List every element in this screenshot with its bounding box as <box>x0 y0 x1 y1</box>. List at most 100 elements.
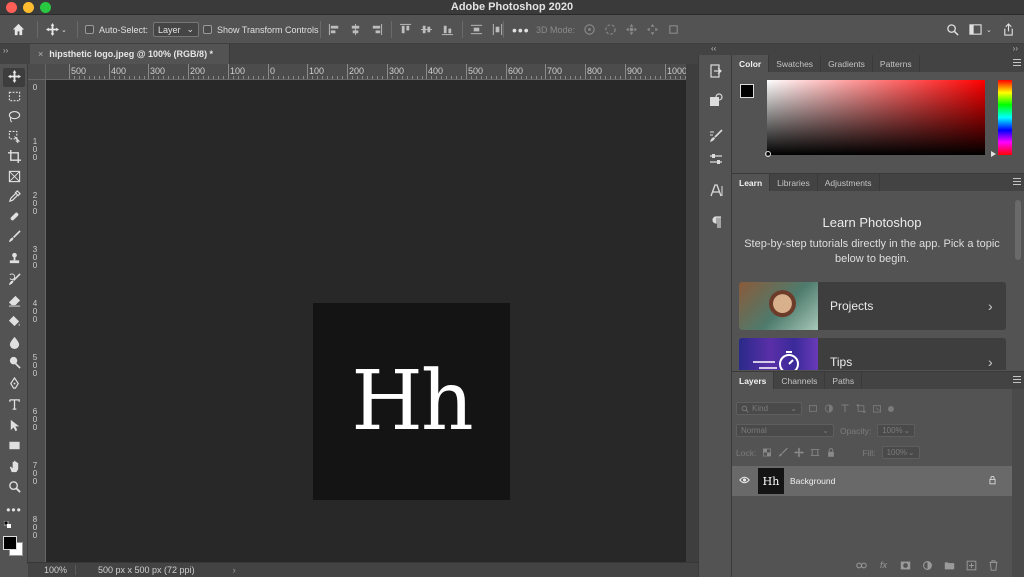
layer-row[interactable]: Hh Background <box>732 466 1012 496</box>
lock-position-icon[interactable] <box>794 446 805 459</box>
workspace-icon[interactable] <box>969 23 982 36</box>
zoom-tool[interactable] <box>3 478 25 497</box>
layer-filter-kind-dropdown[interactable]: Kind ⌄ <box>736 402 802 415</box>
auto-select-checkbox[interactable] <box>85 25 94 34</box>
learn-tab-adjustments[interactable]: Adjustments <box>818 174 880 191</box>
adjustments-sliders-icon[interactable] <box>708 151 724 167</box>
filter-shape-icon[interactable] <box>856 402 866 415</box>
crop-tool[interactable] <box>3 148 25 167</box>
search-icon[interactable] <box>946 23 959 36</box>
layers-tab-paths[interactable]: Paths <box>825 372 863 389</box>
filter-adjustment-icon[interactable] <box>824 402 834 415</box>
learn-card-projects[interactable]: Projects › <box>739 282 1006 330</box>
object-selection-tool[interactable] <box>3 128 25 147</box>
share-icon[interactable] <box>1002 23 1015 36</box>
new-adjustment-layer-icon[interactable] <box>921 559 934 571</box>
lock-transparent-pixels-icon[interactable] <box>762 446 772 459</box>
lock-image-pixels-icon[interactable] <box>778 446 789 459</box>
ruler-origin[interactable] <box>28 64 46 80</box>
3d-orbit-icon[interactable] <box>583 23 596 36</box>
brush-settings-panel-icon[interactable] <box>708 128 724 144</box>
character-panel-icon[interactable] <box>708 182 724 198</box>
color-tab-color[interactable]: Color <box>732 55 770 72</box>
more-options-button[interactable]: ••• <box>512 15 530 44</box>
layers-tab-channels[interactable]: Channels <box>774 372 826 389</box>
eyedropper-tool[interactable] <box>3 188 25 207</box>
3d-scale-icon[interactable] <box>667 23 680 36</box>
pen-tool[interactable] <box>3 375 25 394</box>
document-tab[interactable]: × hipsthetic logo.jpeg @ 100% (RGB/8) * <box>30 44 230 64</box>
history-brush-tool[interactable] <box>3 271 25 290</box>
panel-menu-icon[interactable] <box>1013 178 1021 186</box>
color-tab-patterns[interactable]: Patterns <box>873 55 920 72</box>
hue-slider-handle[interactable] <box>991 151 996 157</box>
new-layer-icon[interactable] <box>965 559 978 571</box>
panel-menu-icon[interactable] <box>1013 59 1021 67</box>
document-image[interactable]: Hh <box>313 303 510 500</box>
edit-toolbar-button[interactable]: ••• <box>3 500 25 519</box>
layers-panel-scrollbar[interactable] <box>1012 389 1024 577</box>
rectangular-marquee-tool[interactable] <box>3 88 25 107</box>
horizontal-ruler[interactable]: 500 400 300 200 100 0 100 200 300 400 500 600 700 800… <box>46 64 686 80</box>
blend-mode-dropdown[interactable]: Normal ⌄ <box>736 424 834 437</box>
frame-tool[interactable] <box>3 168 25 187</box>
canvas-pasteboard[interactable]: Hh <box>46 80 686 562</box>
clone-stamp-tool[interactable] <box>3 250 25 269</box>
align-bottom-edges-icon[interactable] <box>441 23 454 36</box>
lasso-tool[interactable] <box>3 108 25 127</box>
panels-header-strip[interactable]: ›› <box>732 44 1024 55</box>
learn-card-tips[interactable]: Tips › <box>739 338 1006 370</box>
history-panel-icon[interactable] <box>708 63 724 79</box>
color-picker-marker[interactable] <box>765 151 771 157</box>
color-panel-foreground-swatch[interactable] <box>740 84 754 98</box>
blur-tool[interactable] <box>3 334 25 353</box>
visibility-eye-icon[interactable] <box>734 476 754 487</box>
align-vertical-centers-icon[interactable] <box>420 23 433 36</box>
brush-tool[interactable] <box>3 228 25 247</box>
hue-slider[interactable] <box>998 80 1012 155</box>
color-tab-gradients[interactable]: Gradients <box>821 55 873 72</box>
paragraph-panel-icon[interactable] <box>708 214 724 230</box>
learn-tab-libraries[interactable]: Libraries <box>770 174 818 191</box>
filter-type-icon[interactable] <box>840 402 850 415</box>
swap-colors-icon[interactable] <box>3 520 14 532</box>
close-tab-icon[interactable]: × <box>38 49 43 59</box>
hand-tool[interactable] <box>3 458 25 477</box>
fill-field[interactable]: 100% ⌄ <box>881 446 920 459</box>
foreground-color-swatch[interactable] <box>3 536 17 550</box>
eraser-tool[interactable] <box>3 292 25 311</box>
icon-strip-header[interactable]: ‹‹ <box>698 44 732 55</box>
path-selection-tool[interactable] <box>3 417 25 436</box>
rectangle-tool[interactable] <box>3 437 25 456</box>
3d-roll-icon[interactable] <box>604 23 617 36</box>
lock-all-icon[interactable] <box>826 446 836 459</box>
chevron-down-icon[interactable]: ⌄ <box>986 26 992 34</box>
learn-panel-scrollbar[interactable] <box>1015 200 1021 260</box>
move-tool[interactable] <box>3 68 25 87</box>
zoom-level[interactable]: 100% <box>28 565 76 575</box>
color-saturation-field[interactable] <box>767 80 985 155</box>
dodge-tool[interactable] <box>3 354 25 373</box>
lock-icon[interactable] <box>988 475 1002 488</box>
move-tool-preset-button[interactable]: ⌄ <box>46 15 67 44</box>
align-top-edges-icon[interactable] <box>399 23 412 36</box>
learn-tab-learn[interactable]: Learn <box>732 174 771 191</box>
color-tab-swatches[interactable]: Swatches <box>769 55 822 72</box>
distribute-icon[interactable] <box>470 23 483 36</box>
home-button[interactable] <box>12 15 25 44</box>
new-group-folder-icon[interactable] <box>943 559 956 571</box>
3d-pan-icon[interactable] <box>625 23 638 36</box>
opacity-field[interactable]: 100% ⌄ <box>877 424 916 437</box>
type-tool[interactable] <box>3 396 25 415</box>
canvas-vertical-scrollbar[interactable] <box>686 64 698 562</box>
status-menu-chevron-icon[interactable]: › <box>233 565 236 575</box>
healing-brush-tool[interactable] <box>3 208 25 227</box>
link-layers-icon[interactable] <box>855 559 868 571</box>
filter-toggle-icon[interactable] <box>888 405 894 412</box>
align-right-edges-icon[interactable] <box>370 23 383 36</box>
properties-panel-icon[interactable] <box>708 92 724 108</box>
add-mask-icon[interactable] <box>899 559 912 571</box>
trash-icon[interactable] <box>987 559 1000 571</box>
align-horizontal-centers-icon[interactable] <box>349 23 362 36</box>
filter-pixel-icon[interactable] <box>808 402 818 415</box>
